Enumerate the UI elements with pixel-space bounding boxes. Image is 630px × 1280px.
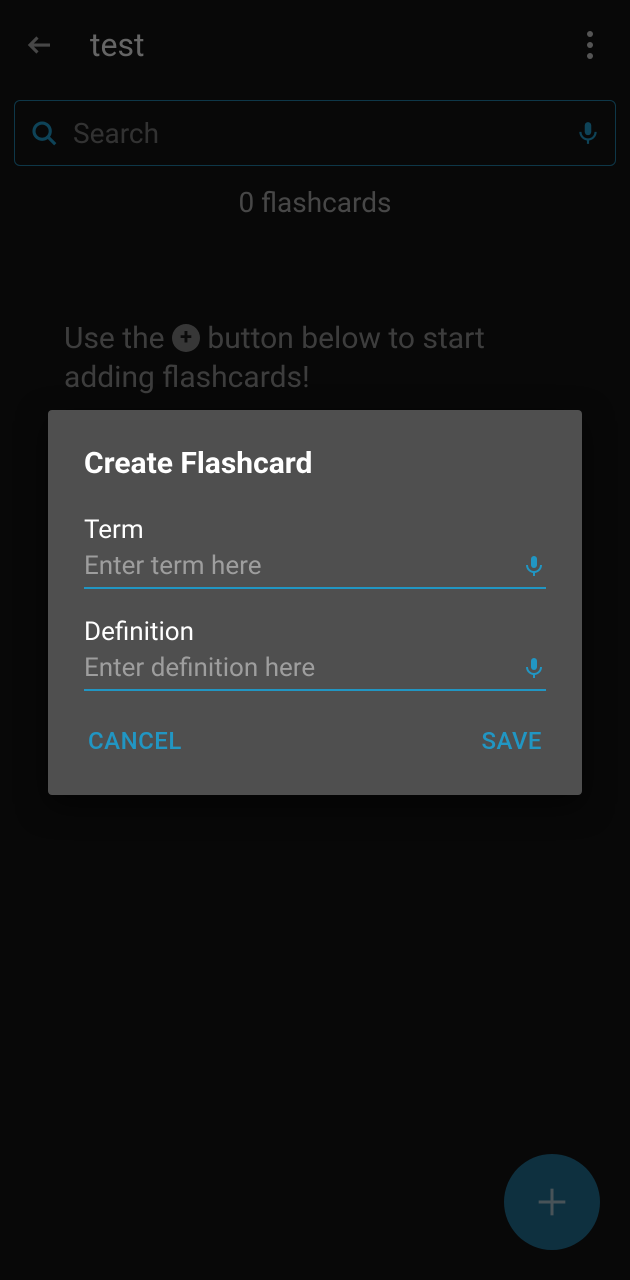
term-input[interactable] — [84, 551, 522, 581]
save-button[interactable]: SAVE — [477, 719, 546, 763]
dialog-actions: CANCEL SAVE — [84, 719, 546, 775]
term-field-row — [84, 551, 546, 589]
cancel-button[interactable]: CANCEL — [84, 719, 186, 763]
definition-field-row — [84, 653, 546, 691]
definition-label: Definition — [84, 617, 546, 647]
dialog-title: Create Flashcard — [84, 446, 546, 481]
term-label: Term — [84, 515, 546, 545]
mic-icon[interactable] — [522, 551, 546, 581]
create-flashcard-dialog: Create Flashcard Term Definition CANCEL … — [48, 410, 582, 795]
mic-icon[interactable] — [522, 653, 546, 683]
definition-input[interactable] — [84, 653, 522, 683]
